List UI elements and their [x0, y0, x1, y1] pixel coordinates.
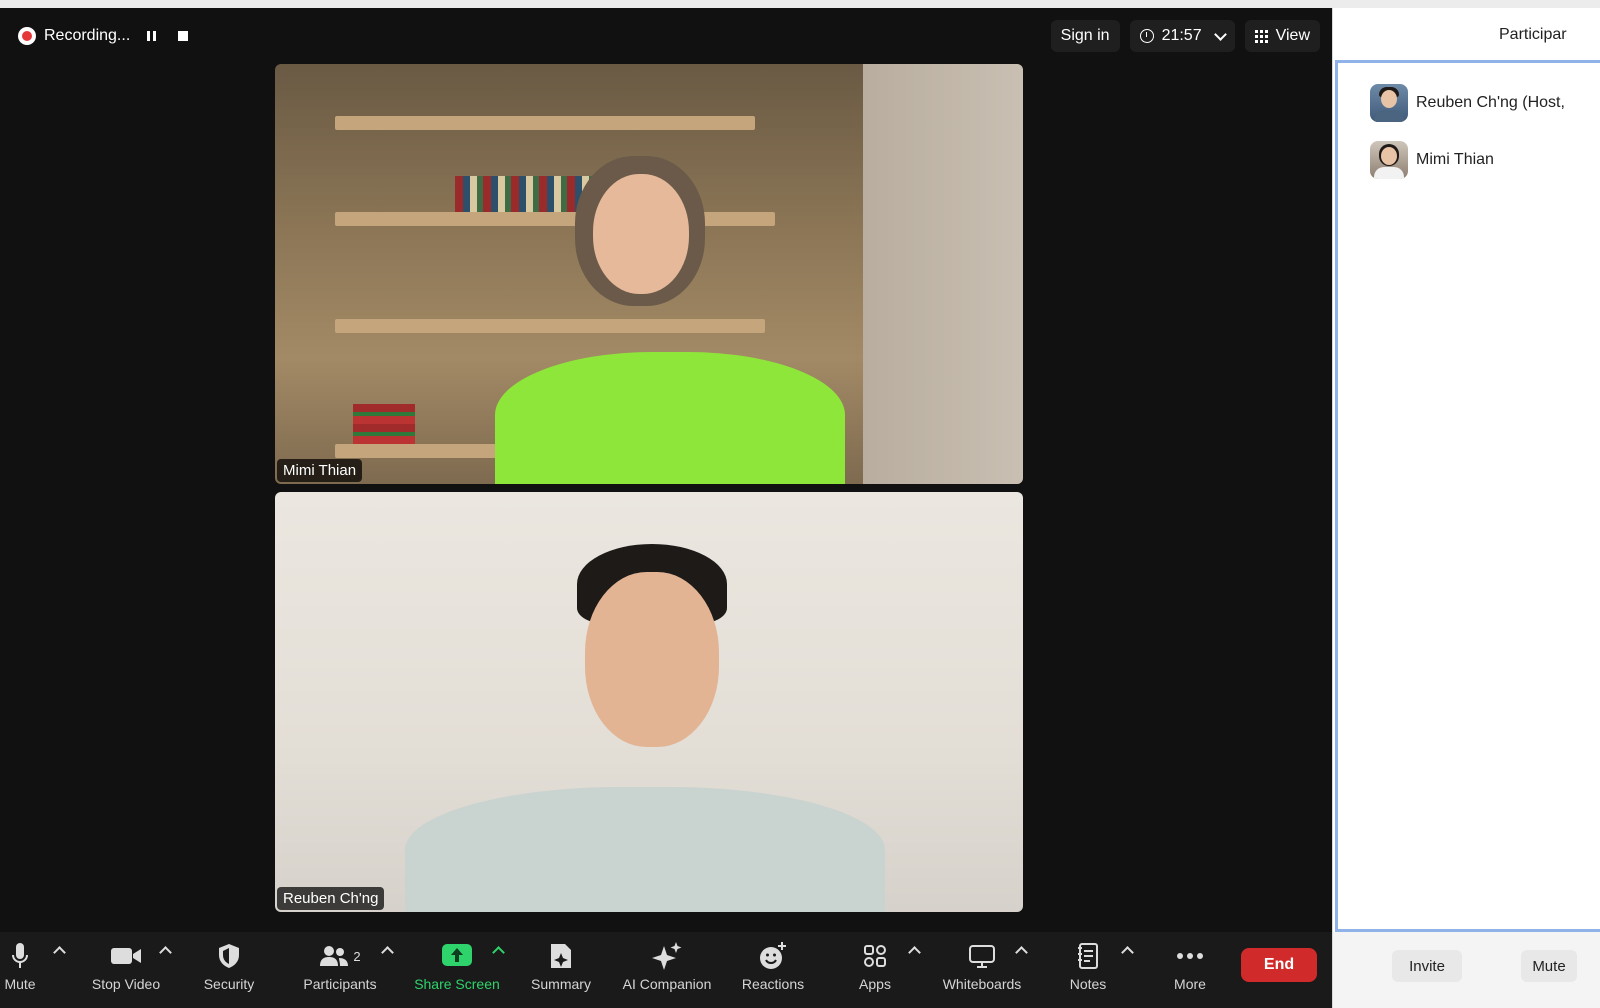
participants-panel: Participar Reuben Ch'ng (Host, Mimi Thia…: [1332, 8, 1600, 1008]
share-screen-icon: [442, 942, 472, 970]
stop-icon: [178, 31, 189, 41]
sign-in-button[interactable]: Sign in: [1050, 20, 1120, 52]
invite-button[interactable]: Invite: [1392, 950, 1462, 982]
mute-options-caret[interactable]: [53, 946, 66, 959]
recording-label: Recording...: [44, 27, 131, 44]
panel-footer: Invite Mute: [1333, 932, 1600, 1008]
elapsed-time: 21:57: [1161, 27, 1202, 44]
panel-title: Participar: [1499, 26, 1567, 43]
person-shirt: [495, 352, 845, 484]
pause-icon: [146, 31, 156, 41]
avatar: [1370, 84, 1408, 122]
notes-icon: [1077, 942, 1099, 970]
security-label: Security: [203, 976, 255, 992]
avatar: [1370, 141, 1408, 179]
apps-options-caret[interactable]: [908, 946, 921, 959]
notes-label: Notes: [1069, 976, 1107, 992]
stop-recording-button[interactable]: [172, 25, 194, 47]
end-meeting-button[interactable]: End: [1241, 948, 1317, 982]
stop-video-label: Stop Video: [91, 976, 161, 992]
shelf: [335, 212, 775, 226]
person-shirt: [405, 787, 885, 912]
participant-row[interactable]: Mimi Thian: [1370, 140, 1494, 180]
share-screen-label: Share Screen: [414, 976, 500, 992]
apps-icon: [863, 942, 887, 970]
video-tile-reuben[interactable]: Reuben Ch'ng: [275, 492, 1023, 912]
ellipsis-icon: [1176, 942, 1204, 970]
summary-icon: [549, 942, 573, 970]
sparkle-icon: [652, 942, 682, 970]
person-face: [593, 174, 689, 294]
share-screen-button[interactable]: Share Screen: [410, 932, 504, 1008]
notes-button[interactable]: Notes: [1062, 932, 1114, 1008]
video-tile-mimi[interactable]: Mimi Thian: [275, 64, 1023, 484]
top-right-controls: Sign in 21:57 View: [1050, 18, 1320, 54]
participants-list: Reuben Ch'ng (Host, Mimi Thian: [1335, 60, 1600, 932]
chevron-down-icon: [1213, 27, 1227, 41]
mute-button[interactable]: Mute: [0, 932, 40, 1008]
grid-view-icon: [1254, 29, 1268, 43]
participants-label: Participants: [303, 976, 377, 992]
books: [455, 176, 595, 212]
tile-name-tag: Reuben Ch'ng: [277, 887, 385, 910]
meeting-timer[interactable]: 21:57: [1129, 20, 1235, 52]
whiteboards-label: Whiteboards: [942, 976, 1022, 992]
apps-label: Apps: [859, 976, 891, 992]
background-wall: [863, 64, 1023, 484]
summary-label: Summary: [531, 976, 591, 992]
person-face: [585, 572, 719, 747]
mute-all-button[interactable]: Mute: [1521, 950, 1577, 982]
security-button[interactable]: Security: [196, 932, 262, 1008]
reactions-button[interactable]: Reactions: [736, 932, 810, 1008]
reactions-label: Reactions: [741, 976, 805, 992]
participant-row[interactable]: Reuben Ch'ng (Host,: [1370, 83, 1565, 123]
participants-icon: 2: [319, 942, 361, 970]
window-top-strip: [0, 0, 1600, 8]
view-button[interactable]: View: [1244, 20, 1320, 52]
whiteboards-button[interactable]: Whiteboards: [936, 932, 1028, 1008]
recording-indicator: Recording...: [8, 18, 194, 54]
summary-button[interactable]: Summary: [526, 932, 596, 1008]
participant-name: Reuben Ch'ng (Host,: [1416, 94, 1565, 111]
more-label: More: [1174, 976, 1206, 992]
microphone-icon: [11, 942, 29, 970]
shelf: [335, 116, 755, 130]
ai-companion-label: AI Companion: [622, 976, 712, 992]
smiley-plus-icon: [759, 942, 787, 970]
shield-icon: [217, 942, 241, 970]
stop-video-button[interactable]: Stop Video: [84, 932, 168, 1008]
participants-count: 2: [353, 948, 361, 964]
ai-companion-button[interactable]: AI Companion: [618, 932, 716, 1008]
view-label: View: [1275, 27, 1310, 44]
recording-dot-icon: [18, 27, 36, 45]
notes-options-caret[interactable]: [1121, 946, 1134, 959]
meeting-area: Recording... Sign in 21:57 View Mimi Thi…: [0, 8, 1332, 1008]
more-button[interactable]: More: [1162, 932, 1218, 1008]
participant-name: Mimi Thian: [1416, 151, 1494, 168]
pause-recording-button[interactable]: [140, 25, 162, 47]
tile-name-tag: Mimi Thian: [277, 459, 363, 482]
clock-icon: [1139, 29, 1154, 43]
sign-in-label: Sign in: [1060, 27, 1110, 44]
meeting-toolbar: Mute Stop Video Security 2 Participants: [0, 932, 1332, 1008]
participants-button[interactable]: 2 Participants: [296, 932, 384, 1008]
books: [353, 404, 415, 444]
whiteboard-icon: [968, 942, 996, 970]
video-camera-icon: [110, 942, 142, 970]
mute-label: Mute: [4, 976, 36, 992]
shelf: [335, 319, 765, 333]
apps-button[interactable]: Apps: [848, 932, 902, 1008]
